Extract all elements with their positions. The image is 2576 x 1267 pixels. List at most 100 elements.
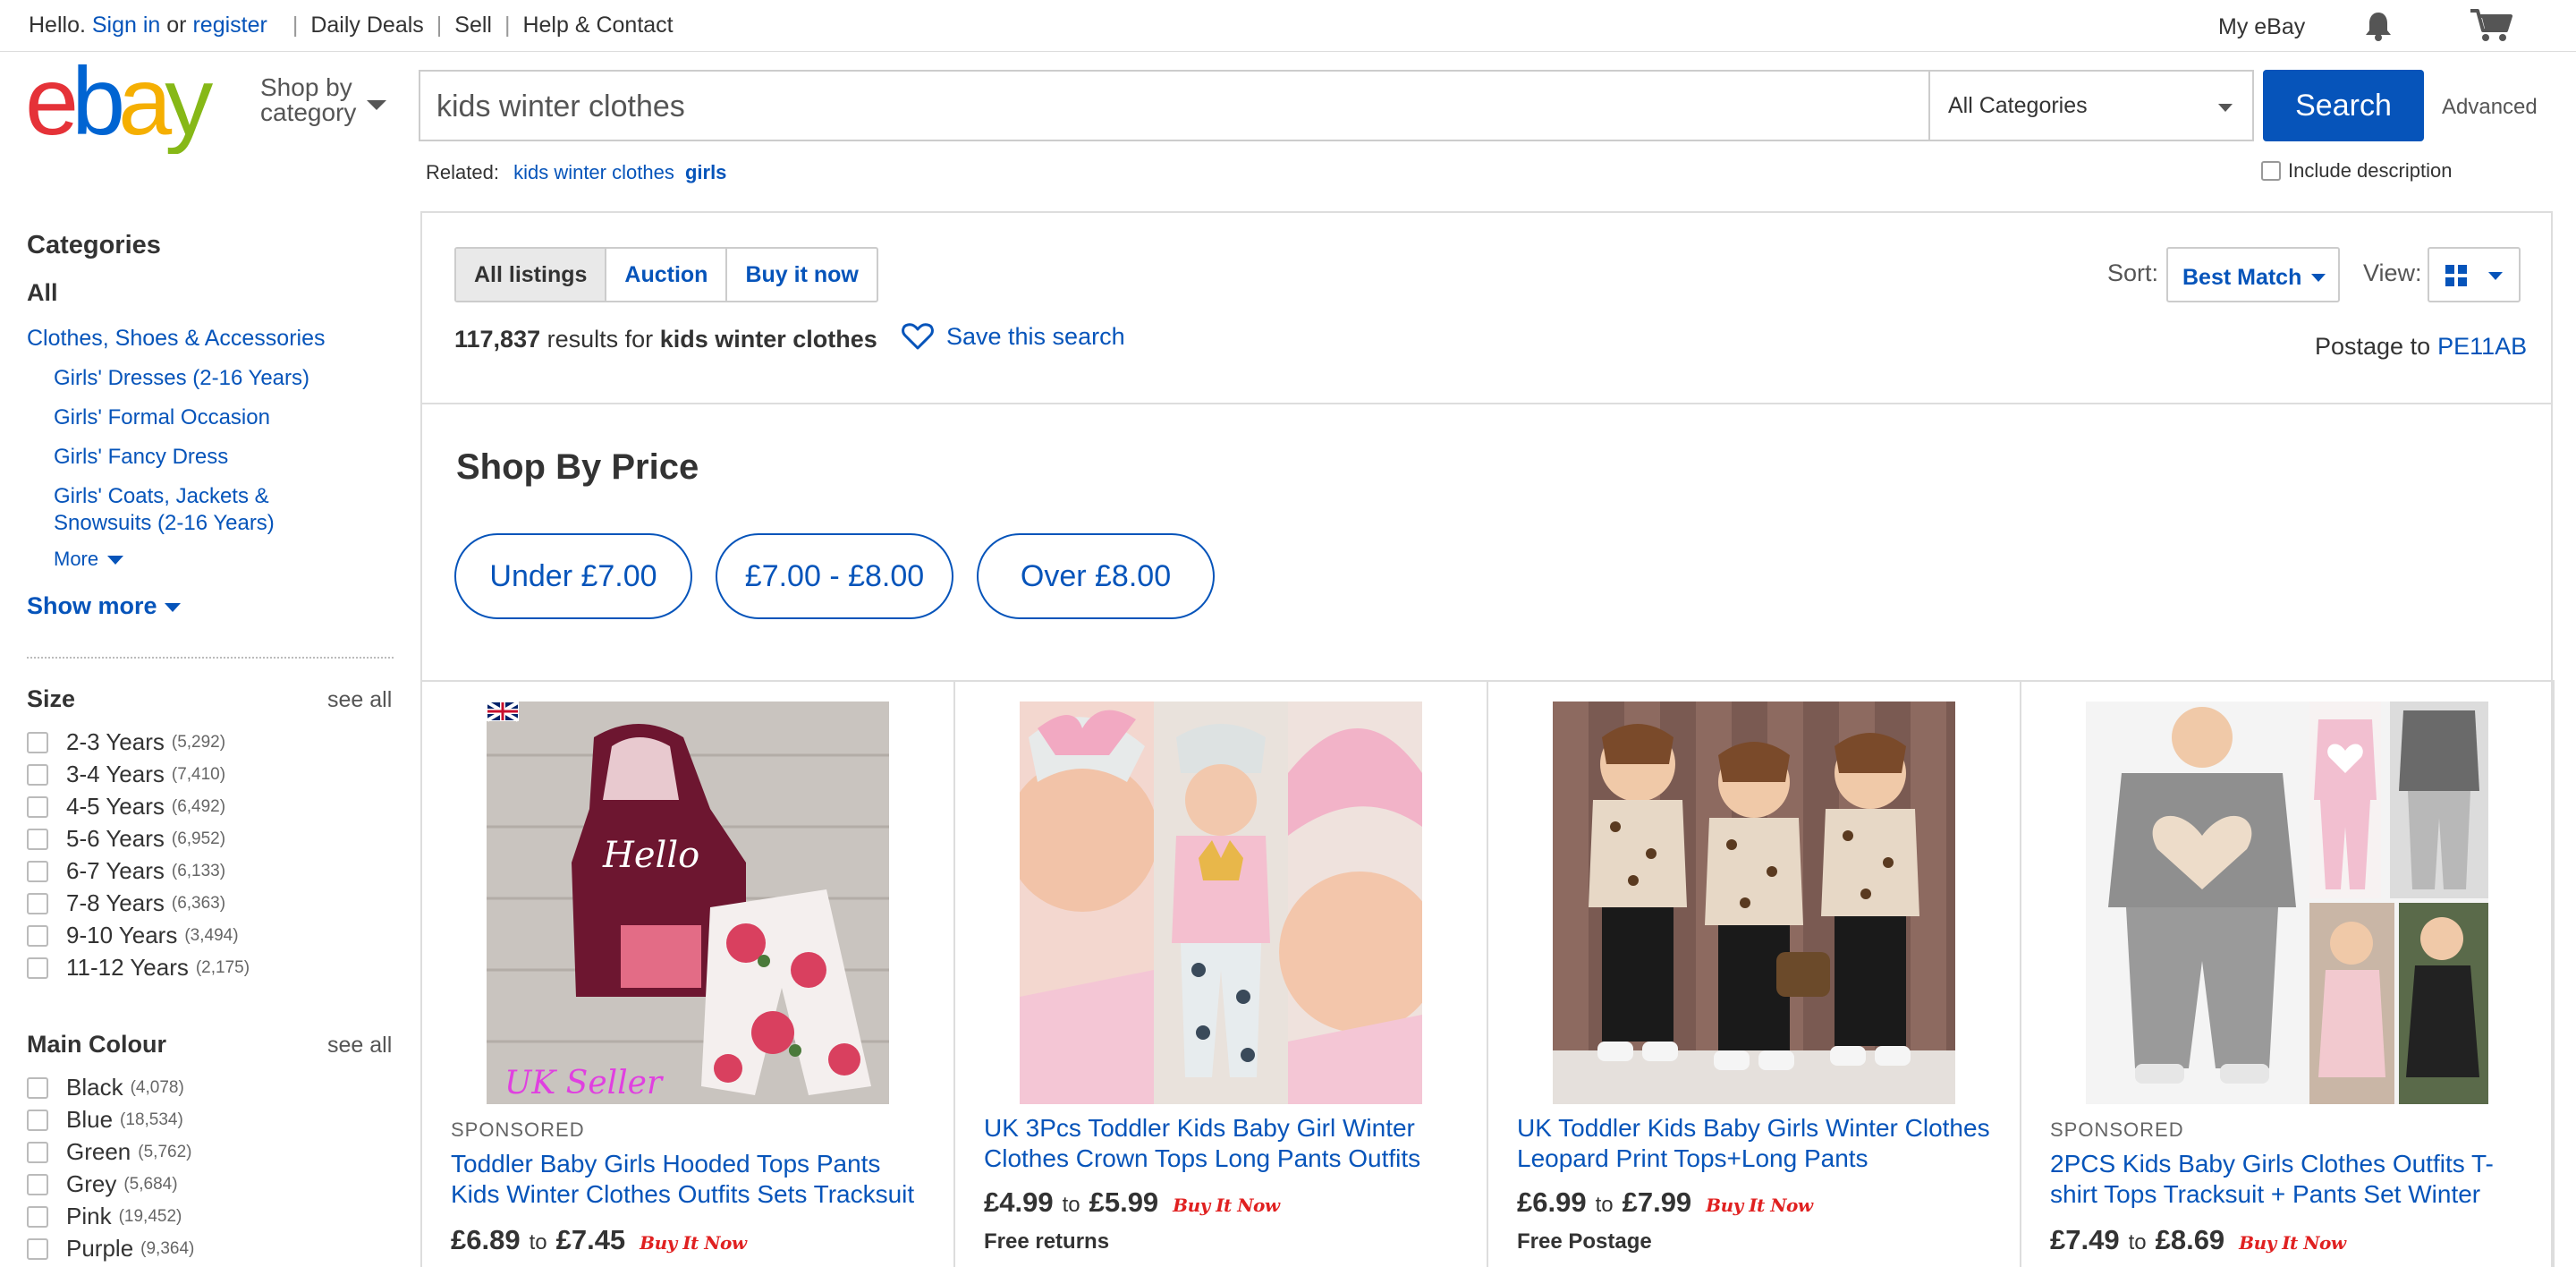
- size-option[interactable]: 2-3 Years (5,292): [27, 728, 225, 756]
- size-checkbox[interactable]: [27, 860, 48, 882]
- price-high: £5.99: [1089, 1186, 1159, 1218]
- sign-in-link[interactable]: Sign in: [92, 13, 160, 38]
- colour-option[interactable]: Blue (18,534): [27, 1106, 183, 1134]
- price-filter-middle[interactable]: £7.00 - £8.00: [716, 533, 953, 619]
- colour-count: (9,364): [140, 1238, 195, 1258]
- subcategory-link[interactable]: Girls' Formal Occasion: [54, 404, 322, 431]
- colour-see-all-link[interactable]: see all: [327, 1033, 392, 1059]
- product-card[interactable]: UK 3Pcs Toddler Kids Baby Girl Winter Cl…: [955, 680, 1488, 1267]
- size-count: (6,952): [171, 829, 226, 848]
- view-select[interactable]: [2428, 247, 2521, 302]
- subcategory-link[interactable]: Girls' Dresses (2-16 Years): [54, 365, 322, 392]
- sort-select-value: Best Match: [2182, 265, 2302, 290]
- price-to: to: [1595, 1193, 1614, 1217]
- related-link-bold[interactable]: girls: [685, 161, 726, 183]
- product-title[interactable]: UK 3Pcs Toddler Kids Baby Girl Winter Cl…: [984, 1113, 1467, 1174]
- size-checkbox[interactable]: [27, 763, 48, 786]
- include-description-checkbox[interactable]: [2261, 161, 2281, 181]
- more-subcategories-link[interactable]: More: [54, 548, 123, 571]
- tab-buy-it-now[interactable]: Buy it now: [725, 249, 876, 301]
- colour-option[interactable]: Purple (9,364): [27, 1235, 194, 1263]
- size-checkbox[interactable]: [27, 957, 48, 979]
- colour-checkbox[interactable]: [27, 1141, 48, 1163]
- price-filter-under[interactable]: Under £7.00: [454, 533, 692, 619]
- product-card[interactable]: UK Toddler Kids Baby Girls Winter Clothe…: [1488, 680, 2021, 1267]
- shipping-info: Free returns: [984, 1229, 1110, 1254]
- category-clothes-shoes[interactable]: Clothes, Shoes & Accessories: [27, 326, 326, 352]
- price-high: £8.69: [2155, 1224, 2225, 1255]
- size-checkbox[interactable]: [27, 795, 48, 818]
- category-all[interactable]: All: [27, 279, 58, 307]
- product-price: £7.49 to £8.69 Buy It Now: [2050, 1224, 2346, 1256]
- postcode-link[interactable]: PE11AB: [2437, 333, 2527, 360]
- product-image[interactable]: [1020, 702, 1422, 1104]
- size-option[interactable]: 9-10 Years (3,494): [27, 922, 239, 949]
- ebay-logo[interactable]: ebay: [25, 61, 240, 154]
- colour-option[interactable]: Green (5,762): [27, 1138, 191, 1166]
- tab-auction[interactable]: Auction: [605, 249, 725, 301]
- product-card[interactable]: SPONSORED 2PCS Kids Baby Girls Clothes O…: [2021, 680, 2555, 1267]
- colour-option[interactable]: Black (4,078): [27, 1074, 184, 1101]
- subcategory-link[interactable]: Girls' Fancy Dress: [54, 444, 322, 471]
- subcategory-link[interactable]: Girls' Coats, Jackets & Snowsuits (2-16 …: [54, 483, 322, 537]
- related-link[interactable]: kids winter clothes: [513, 161, 674, 183]
- colour-option[interactable]: Grey (5,684): [27, 1170, 178, 1198]
- my-ebay-link[interactable]: My eBay: [2218, 14, 2305, 40]
- size-see-all-link[interactable]: see all: [327, 687, 392, 713]
- size-checkbox[interactable]: [27, 892, 48, 914]
- product-image[interactable]: [1553, 702, 1955, 1104]
- price-high: £7.99: [1622, 1186, 1692, 1218]
- colour-option[interactable]: Pink (19,452): [27, 1203, 182, 1230]
- sell-link[interactable]: Sell: [454, 13, 492, 38]
- product-title[interactable]: Toddler Baby Girls Hooded Tops Pants Kid…: [451, 1149, 934, 1210]
- size-count: (7,410): [171, 764, 226, 784]
- product-title[interactable]: 2PCS Kids Baby Girls Clothes Outfits T-s…: [2050, 1149, 2533, 1210]
- svg-text:ebay: ebay: [25, 61, 213, 154]
- product-image[interactable]: Hello UK Seller: [487, 702, 889, 1104]
- sponsored-label: SPONSORED: [451, 1118, 585, 1141]
- size-option[interactable]: 7-8 Years (6,363): [27, 889, 225, 917]
- sort-label: Sort:: [2107, 259, 2159, 286]
- buy-it-now-logo: Buy It Now: [640, 1232, 747, 1254]
- tab-all-listings[interactable]: All listings: [456, 249, 606, 301]
- cart-icon[interactable]: [2469, 7, 2513, 43]
- product-image[interactable]: [2086, 702, 2488, 1104]
- size-option[interactable]: 3-4 Years (7,410): [27, 761, 225, 788]
- notification-bell-icon[interactable]: [2361, 9, 2395, 43]
- colour-checkbox[interactable]: [27, 1205, 48, 1228]
- colour-checkbox[interactable]: [27, 1076, 48, 1099]
- size-count: (6,133): [171, 861, 226, 880]
- heart-icon: [902, 323, 934, 350]
- colour-checkbox[interactable]: [27, 1237, 48, 1260]
- advanced-search-link[interactable]: Advanced: [2442, 95, 2538, 120]
- help-contact-link[interactable]: Help & Contact: [522, 13, 673, 38]
- size-checkbox[interactable]: [27, 731, 48, 753]
- size-option[interactable]: 5-6 Years (6,952): [27, 825, 225, 853]
- grid-view-icon: [2445, 265, 2467, 286]
- category-select[interactable]: All Categories: [1928, 70, 2254, 141]
- chevron-down-icon[interactable]: [367, 100, 386, 110]
- shop-by-category-button[interactable]: Shop by category: [260, 75, 356, 125]
- separator: |: [292, 13, 299, 38]
- price-filter-over[interactable]: Over £8.00: [977, 533, 1215, 619]
- product-card[interactable]: Hello UK Seller SPONSORED Toddler Baby G…: [422, 680, 955, 1267]
- size-label: 3-4 Years: [66, 761, 165, 787]
- search-button[interactable]: Search: [2263, 70, 2424, 141]
- colour-checkbox[interactable]: [27, 1109, 48, 1131]
- product-title[interactable]: UK Toddler Kids Baby Girls Winter Clothe…: [1517, 1113, 2000, 1174]
- chevron-down-icon: [2488, 272, 2503, 280]
- size-option[interactable]: 6-7 Years (6,133): [27, 857, 225, 885]
- sort-select[interactable]: Best Match: [2166, 247, 2340, 302]
- size-option[interactable]: 4-5 Years (6,492): [27, 793, 225, 821]
- save-search-button[interactable]: Save this search: [902, 322, 1125, 351]
- search-input[interactable]: kids winter clothes: [419, 70, 1930, 141]
- size-checkbox[interactable]: [27, 924, 48, 947]
- size-checkbox[interactable]: [27, 828, 48, 850]
- show-more-link[interactable]: Show more: [27, 592, 181, 620]
- size-option[interactable]: 11-12 Years (2,175): [27, 954, 250, 982]
- main-colour-heading: Main Colour: [27, 1031, 166, 1058]
- colour-checkbox[interactable]: [27, 1173, 48, 1195]
- register-link[interactable]: register: [192, 13, 267, 38]
- include-description-option[interactable]: Include description: [2261, 159, 2452, 183]
- daily-deals-link[interactable]: Daily Deals: [310, 13, 423, 38]
